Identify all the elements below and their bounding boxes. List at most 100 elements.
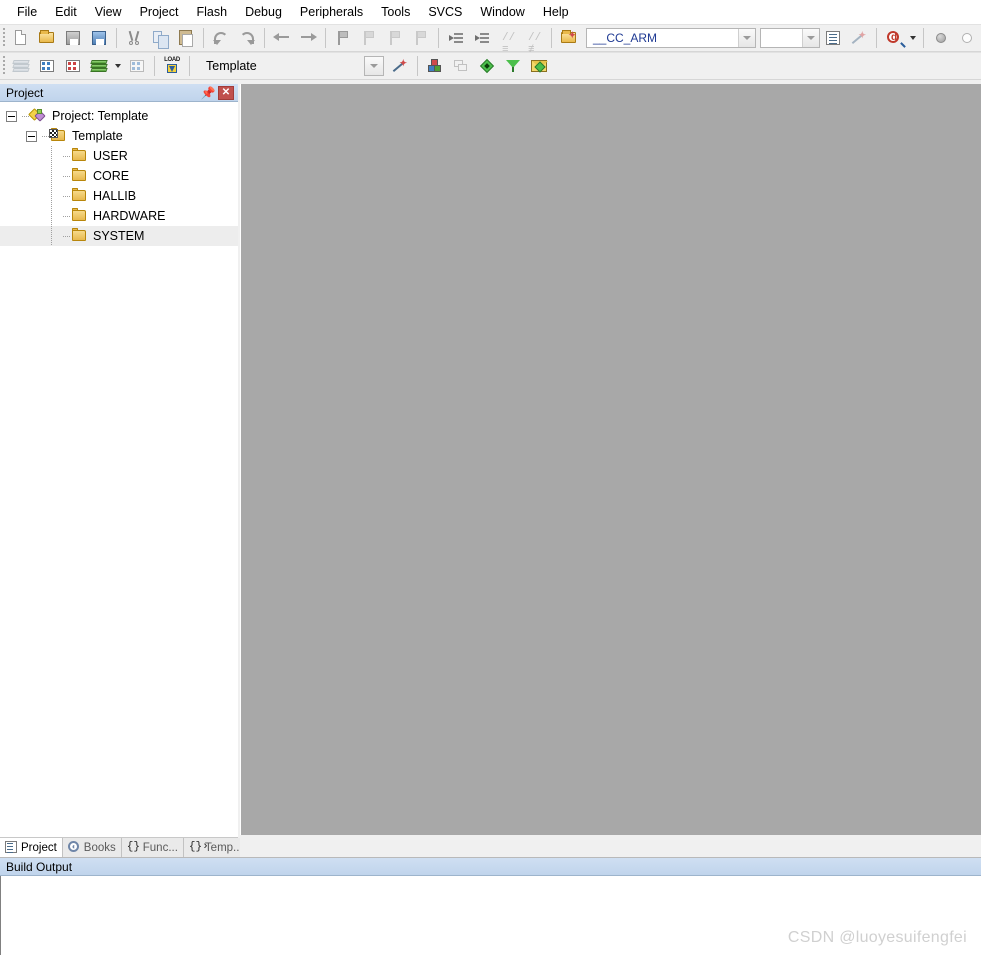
target-selector[interactable]: __CC_ARM <box>586 28 756 48</box>
toolbar-grip[interactable] <box>0 25 8 51</box>
rebuild-all-button[interactable] <box>61 54 85 78</box>
books-window-button[interactable]: ✦ <box>847 26 871 50</box>
copy-button[interactable] <box>148 26 172 50</box>
redo-button[interactable] <box>235 26 259 50</box>
menu-item-tools[interactable]: Tools <box>372 2 419 22</box>
tree-node-project-root[interactable]: Project: Template <box>0 106 238 126</box>
scissors-icon <box>124 28 144 48</box>
stop-build-button[interactable] <box>125 54 149 78</box>
menu-item-file[interactable]: File <box>8 2 46 22</box>
target-options-button[interactable]: ✦ <box>557 26 581 50</box>
menu-item-flash[interactable]: Flash <box>187 2 236 22</box>
project-tree[interactable]: Project: Template Template USER CORE HAL… <box>0 102 238 837</box>
uncomment-selection-button[interactable]: //≢ <box>522 26 546 56</box>
previous-bookmark-button[interactable] <box>357 26 381 50</box>
batch-build-button[interactable] <box>87 54 111 78</box>
chevron-down-icon[interactable] <box>365 57 383 75</box>
new-file-icon <box>11 28 31 48</box>
secondary-selector[interactable] <box>760 28 820 48</box>
find-magnifier-icon: d <box>884 28 906 48</box>
stop-build-icon <box>127 56 147 76</box>
project-target-selector[interactable]: Template <box>200 56 360 76</box>
batch-build-dropdown-arrow-icon[interactable] <box>112 54 124 78</box>
comment-selection-button[interactable]: //≡ <box>496 26 520 56</box>
undo-button[interactable] <box>209 26 233 50</box>
project-window-button[interactable] <box>821 26 845 50</box>
tree-node-group-hardware[interactable]: HARDWARE <box>0 206 238 226</box>
chevron-down-icon[interactable] <box>738 29 755 47</box>
toolbar-separator <box>116 28 117 48</box>
indent-left-button[interactable] <box>470 26 494 50</box>
tree-node-group-user[interactable]: USER <box>0 146 238 166</box>
save-button[interactable] <box>61 26 85 50</box>
paste-button[interactable] <box>174 26 198 50</box>
build-button[interactable] <box>35 54 59 78</box>
toggle-bookmark-button[interactable] <box>331 26 355 50</box>
tree-node-group-system[interactable]: SYSTEM <box>0 226 238 246</box>
tree-connector <box>58 206 70 226</box>
navigate-back-button[interactable] <box>270 26 294 50</box>
main-toolbar: //≡ //≢ ✦ __CC_ARM ✦ d <box>0 24 981 56</box>
target-options-wand-button[interactable]: ✦ <box>388 54 412 78</box>
tree-node-target-template[interactable]: Template <box>0 126 238 146</box>
pack-manager-button[interactable] <box>527 54 551 78</box>
chevron-down-icon[interactable] <box>802 29 819 47</box>
menu-item-edit[interactable]: Edit <box>46 2 86 22</box>
books-tab-icon: ◐ <box>67 841 81 854</box>
tab-label: Books <box>83 841 116 854</box>
tab-books[interactable]: ◐ Books <box>62 838 122 857</box>
project-target-dropdown[interactable] <box>364 56 384 76</box>
navigate-forward-button[interactable] <box>296 26 320 50</box>
cut-button[interactable] <box>122 26 146 50</box>
editor-client-area[interactable] <box>240 84 981 835</box>
bookmark-icon <box>333 28 353 48</box>
insert-define-button[interactable] <box>955 26 979 50</box>
tree-connector <box>58 226 70 246</box>
batch-build-icon <box>89 56 109 76</box>
next-bookmark-button[interactable] <box>383 26 407 50</box>
tab-templates[interactable]: {}› Temp... <box>183 838 249 857</box>
translate-button[interactable] <box>9 54 33 78</box>
tree-node-group-hallib[interactable]: HALLIB <box>0 186 238 206</box>
menu-item-peripherals[interactable]: Peripherals <box>291 2 372 22</box>
functions-tab-icon: {} <box>126 841 140 853</box>
insert-include-button[interactable] <box>929 26 953 50</box>
white-ball-icon <box>957 28 977 48</box>
tab-project[interactable]: Project <box>0 838 63 857</box>
close-icon[interactable]: ✕ <box>218 85 234 100</box>
toolbar-separator <box>264 28 265 48</box>
project-target-value: Template <box>206 59 257 73</box>
find-dropdown-arrow-icon[interactable] <box>907 26 919 50</box>
indent-right-button[interactable] <box>444 26 468 50</box>
new-file-button[interactable] <box>9 26 33 50</box>
build-toolbar: LOAD Template ✦ <box>0 52 981 80</box>
folder-icon <box>70 208 88 224</box>
open-file-button[interactable] <box>35 26 59 50</box>
tree-node-group-core[interactable]: CORE <box>0 166 238 186</box>
save-all-icon <box>89 28 109 48</box>
tab-functions[interactable]: {} Func... <box>121 838 184 857</box>
menu-item-svcs[interactable]: SVCS <box>419 2 471 22</box>
undo-arrow-icon <box>211 28 231 48</box>
manage-components-button[interactable] <box>423 54 447 78</box>
toolbar-grip[interactable] <box>0 53 8 79</box>
save-all-button[interactable] <box>87 26 111 50</box>
menu-item-window[interactable]: Window <box>471 2 533 22</box>
menu-item-debug[interactable]: Debug <box>236 2 291 22</box>
expand-collapse-icon[interactable] <box>26 130 37 142</box>
find-in-files-button[interactable]: d <box>882 26 906 50</box>
pack-installer-button[interactable] <box>475 54 499 78</box>
expand-collapse-icon[interactable] <box>6 110 17 122</box>
clear-bookmarks-button[interactable] <box>409 26 433 50</box>
menu-item-view[interactable]: View <box>86 2 131 22</box>
menu-item-project[interactable]: Project <box>131 2 188 22</box>
menu-item-help[interactable]: Help <box>534 2 578 22</box>
tab-label: Func... <box>142 841 178 854</box>
download-button[interactable]: LOAD <box>160 54 184 78</box>
manage-run-time-button[interactable] <box>501 54 525 78</box>
toolbar-separator <box>551 28 552 48</box>
target-options-icon: ✦ <box>559 28 579 48</box>
pin-icon[interactable]: 📌 <box>200 85 216 100</box>
manage-multi-project-button[interactable] <box>449 54 473 78</box>
editor-bottom-strip <box>240 835 981 857</box>
